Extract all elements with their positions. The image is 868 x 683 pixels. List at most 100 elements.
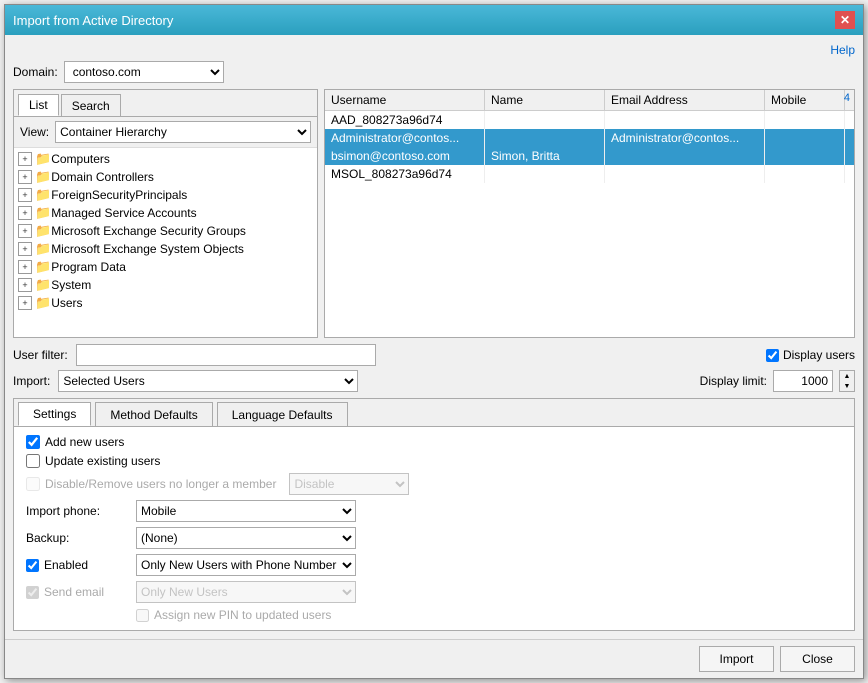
cell-mobile <box>765 165 845 183</box>
cell-username: bsimon@contoso.com <box>325 147 485 165</box>
cell-name: Simon, Britta <box>485 147 605 165</box>
tree-expand-icon[interactable]: + <box>18 206 32 220</box>
tree-item-label: Users <box>51 296 82 310</box>
domain-select[interactable]: contoso.com <box>64 61 224 83</box>
tree-expand-icon[interactable]: + <box>18 170 32 184</box>
folder-icon: 📁 <box>35 187 51 203</box>
cell-name <box>485 165 605 183</box>
table-row[interactable]: AAD_808273a96d74 <box>325 111 854 129</box>
tree-item[interactable]: + 📁 Domain Controllers <box>16 168 315 186</box>
tree-item-label: Computers <box>51 152 110 166</box>
folder-icon: 📁 <box>35 205 51 221</box>
send-email-select[interactable]: Only New Users <box>136 581 356 603</box>
tree-item[interactable]: + 📁 System <box>16 276 315 294</box>
cell-username: AAD_808273a96d74 <box>325 111 485 129</box>
filter-row: User filter: Display users <box>13 344 855 366</box>
domain-row: Domain: contoso.com <box>13 61 855 83</box>
cell-email <box>605 111 765 129</box>
tab-list[interactable]: List <box>18 94 59 116</box>
tree-item[interactable]: + 📁 Managed Service Accounts <box>16 204 315 222</box>
tree-item-label: Managed Service Accounts <box>51 206 196 220</box>
import-phone-label: Import phone: <box>26 504 136 518</box>
import-button[interactable]: Import <box>699 646 774 672</box>
backup-label: Backup: <box>26 531 136 545</box>
disable-remove-select[interactable]: Disable <box>289 473 409 495</box>
add-new-users-row: Add new users <box>26 435 842 449</box>
folder-icon: 📁 <box>35 151 51 167</box>
tab-settings[interactable]: Settings <box>18 402 91 426</box>
tree-item[interactable]: + 📁 Computers <box>16 150 315 168</box>
table-row[interactable]: bsimon@contoso.com Simon, Britta <box>325 147 854 165</box>
import-dialog: Import from Active Directory ✕ Help Doma… <box>4 4 864 679</box>
display-limit-spinner: ▲ ▼ <box>839 370 855 392</box>
settings-tabs: Settings Method Defaults Language Defaul… <box>14 399 854 427</box>
filter-input[interactable] <box>76 344 376 366</box>
enabled-select[interactable]: Only New Users with Phone Number <box>136 554 356 576</box>
update-existing-checkbox[interactable] <box>26 454 40 468</box>
assign-pin-label: Assign new PIN to updated users <box>154 608 331 622</box>
import-label: Import: <box>13 374 50 388</box>
tree-item[interactable]: + 📁 Users <box>16 294 315 312</box>
backup-select[interactable]: (None) <box>136 527 356 549</box>
disable-remove-row: Disable/Remove users no longer a member … <box>26 473 842 495</box>
import-select[interactable]: Selected Users <box>58 370 358 392</box>
assign-pin-checkbox[interactable] <box>136 609 149 622</box>
tree-expand-icon[interactable]: + <box>18 242 32 256</box>
display-limit-label: Display limit: <box>700 374 767 388</box>
tree-item-label: ForeignSecurityPrincipals <box>51 188 187 202</box>
tree-item[interactable]: + 📁 Program Data <box>16 258 315 276</box>
col-mobile: Mobile <box>765 90 845 110</box>
dialog-title: Import from Active Directory <box>13 13 173 28</box>
tree-expand-icon[interactable]: + <box>18 224 32 238</box>
display-limit: Display limit: ▲ ▼ <box>700 370 855 392</box>
table-row[interactable]: Administrator@contos... Administrator@co… <box>325 129 854 147</box>
left-panel: List Search View: Container Hierarchy + … <box>13 89 318 338</box>
table-row[interactable]: MSOL_808273a96d74 <box>325 165 854 183</box>
tree-item[interactable]: + 📁 Microsoft Exchange System Objects <box>16 240 315 258</box>
settings-area: Settings Method Defaults Language Defaul… <box>13 398 855 631</box>
view-select[interactable]: Container Hierarchy <box>55 121 311 143</box>
display-users-checkbox[interactable] <box>766 349 779 362</box>
enabled-label: Enabled <box>44 558 88 572</box>
col-username: Username <box>325 90 485 110</box>
import-phone-select[interactable]: Mobile <box>136 500 356 522</box>
tree-expand-icon[interactable]: + <box>18 260 32 274</box>
tree-item[interactable]: + 📁 ForeignSecurityPrincipals <box>16 186 315 204</box>
tab-search[interactable]: Search <box>61 94 121 116</box>
table-body: AAD_808273a96d74 Administrator@contos...… <box>325 111 854 337</box>
cell-mobile <box>765 129 845 147</box>
dialog-content: Help Domain: contoso.com List Search Vie… <box>5 35 863 639</box>
close-button[interactable]: Close <box>780 646 855 672</box>
send-email-label: Send email <box>44 585 104 599</box>
spinner-up[interactable]: ▲ <box>840 371 854 381</box>
disable-remove-checkbox[interactable] <box>26 477 40 491</box>
cell-username: Administrator@contos... <box>325 129 485 147</box>
tree-expand-icon[interactable]: + <box>18 152 32 166</box>
close-icon[interactable]: ✕ <box>835 11 855 29</box>
cell-name <box>485 129 605 147</box>
tree-item-label: Microsoft Exchange System Objects <box>51 242 244 256</box>
tree-expand-icon[interactable]: + <box>18 296 32 310</box>
display-limit-input[interactable] <box>773 370 833 392</box>
col-email: Email Address <box>605 90 765 110</box>
count-badge: 4 <box>844 92 850 104</box>
col-name: Name <box>485 90 605 110</box>
update-existing-label: Update existing users <box>45 454 160 468</box>
view-row: View: Container Hierarchy <box>14 117 317 148</box>
settings-content: Add new users Update existing users Disa… <box>14 427 854 630</box>
cell-email <box>605 147 765 165</box>
send-email-checkbox[interactable] <box>26 586 39 599</box>
disable-remove-label: Disable/Remove users no longer a member <box>45 477 276 491</box>
add-new-users-checkbox[interactable] <box>26 435 40 449</box>
cell-email <box>605 165 765 183</box>
tab-method-defaults[interactable]: Method Defaults <box>95 402 212 426</box>
tree-expand-icon[interactable]: + <box>18 188 32 202</box>
help-link[interactable]: Help <box>830 43 855 57</box>
cell-mobile <box>765 111 845 129</box>
tree-expand-icon[interactable]: + <box>18 278 32 292</box>
folder-icon: 📁 <box>35 241 51 257</box>
tab-language-defaults[interactable]: Language Defaults <box>217 402 348 426</box>
tree-item[interactable]: + 📁 Microsoft Exchange Security Groups <box>16 222 315 240</box>
spinner-down[interactable]: ▼ <box>840 381 854 391</box>
enabled-checkbox[interactable] <box>26 559 39 572</box>
